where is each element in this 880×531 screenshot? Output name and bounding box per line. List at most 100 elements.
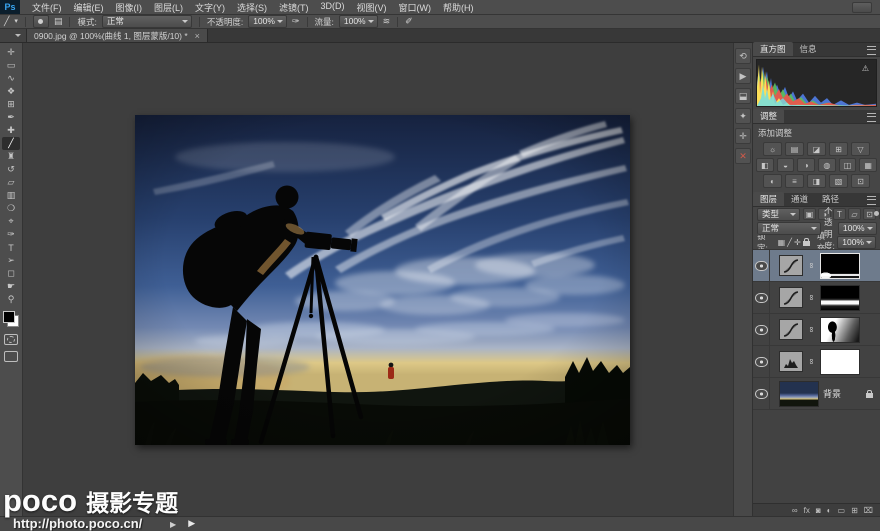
adjustment-invert-icon[interactable]: ◐: [763, 174, 782, 188]
menu-item-10[interactable]: 帮助(H): [437, 1, 480, 14]
adjustment-levels-icon[interactable]: ▤: [785, 142, 804, 156]
layer-filter-select[interactable]: 类型: [757, 207, 800, 221]
document-tab[interactable]: 0900.jpg @ 100%(曲线 1, 图层蒙版/10) * ×: [27, 29, 208, 42]
adjustment-color-balance-icon[interactable]: ◒: [776, 158, 795, 172]
panel-menu-icon[interactable]: [867, 113, 876, 122]
adjustment-selective-color-icon[interactable]: ⊡: [851, 174, 870, 188]
quick-mask-button[interactable]: [4, 334, 18, 345]
layer-visibility-toggle[interactable]: [753, 378, 770, 409]
lock-position-icon[interactable]: ✛: [794, 238, 801, 247]
menu-item-8[interactable]: 视图(V): [351, 1, 393, 14]
filter-shape-icon[interactable]: ▱: [848, 208, 861, 220]
brush-tool[interactable]: ╱: [2, 137, 20, 150]
background-layer-thumbnail[interactable]: [779, 380, 819, 407]
panel-menu-icon[interactable]: [867, 46, 876, 55]
adjustment-gradient-map-icon[interactable]: ▧: [829, 174, 848, 188]
flow-select[interactable]: 100%: [338, 15, 378, 28]
brush-preset-picker[interactable]: [32, 15, 49, 28]
new-layer-icon[interactable]: ⊞: [851, 506, 858, 516]
lock-transparent-icon[interactable]: ▦: [778, 238, 786, 247]
tab-layers-1[interactable]: 通道: [784, 192, 815, 206]
type-tool[interactable]: T: [2, 241, 20, 254]
add-panel-icon[interactable]: ✛: [735, 128, 751, 144]
tab-layers-2[interactable]: 路径: [815, 192, 846, 206]
workspace-button[interactable]: [852, 1, 872, 13]
marquee-tool[interactable]: ▭: [2, 59, 20, 72]
levels-adjustment-thumbnail[interactable]: [779, 351, 803, 372]
actions-panel-icon[interactable]: ▶: [735, 68, 751, 84]
adjustment-black-white-icon[interactable]: ◑: [797, 158, 815, 172]
curves-adjustment-thumbnail[interactable]: [779, 319, 803, 340]
layer-row-4[interactable]: 背景: [753, 378, 880, 410]
layer-mask-thumbnail[interactable]: [820, 284, 860, 311]
lasso-tool[interactable]: ∿: [2, 72, 20, 85]
brush-tool-icon[interactable]: ╱: [4, 16, 9, 27]
eraser-tool[interactable]: ▱: [2, 176, 20, 189]
menu-item-3[interactable]: 图层(L): [148, 1, 189, 14]
blur-tool[interactable]: ❍: [2, 202, 20, 215]
layer-visibility-toggle[interactable]: [753, 282, 770, 313]
curves-adjustment-thumbnail[interactable]: [779, 287, 803, 308]
gradient-tool[interactable]: ▥: [2, 189, 20, 202]
tab-adjustments[interactable]: 调整: [753, 109, 785, 123]
adjustment-threshold-icon[interactable]: ◨: [807, 174, 826, 188]
new-adjustment-layer-icon[interactable]: ◐: [827, 506, 832, 516]
menu-item-0[interactable]: 文件(F): [26, 1, 68, 14]
delete-layer-icon[interactable]: ⌧: [864, 506, 873, 516]
menu-item-2[interactable]: 图像(I): [110, 1, 149, 14]
add-mask-icon[interactable]: ◙: [816, 506, 821, 516]
menu-item-9[interactable]: 窗口(W): [393, 1, 438, 14]
menu-item-1[interactable]: 编辑(E): [68, 1, 110, 14]
brush-presets-panel-icon[interactable]: ✦: [735, 108, 751, 124]
menu-item-4[interactable]: 文字(Y): [189, 1, 231, 14]
tab-histogram-1[interactable]: 信息: [793, 42, 824, 56]
filter-type-icon[interactable]: T: [833, 208, 846, 220]
brush-panel-toggle-icon[interactable]: ▤: [54, 16, 63, 27]
size-pressure-icon[interactable]: ✐: [405, 16, 413, 27]
zoom-tool[interactable]: ⚲: [2, 293, 20, 306]
adjustment-color-lookup-icon[interactable]: ▦: [859, 158, 878, 172]
eyedropper-tool[interactable]: ✒: [2, 111, 20, 124]
layer-visibility-toggle[interactable]: [753, 314, 770, 345]
path-select-tool[interactable]: ➢: [2, 254, 20, 267]
layer-row-2[interactable]: ∞: [753, 314, 880, 346]
layer-row-1[interactable]: ∞: [753, 282, 880, 314]
adjustment-curves-icon[interactable]: ◪: [807, 142, 826, 156]
quick-select-tool[interactable]: ❖: [2, 85, 20, 98]
lock-all-icon[interactable]: [802, 238, 810, 246]
close-panel-icon[interactable]: ✕: [735, 148, 751, 164]
history-brush-tool[interactable]: ↺: [2, 163, 20, 176]
histogram-warning-icon[interactable]: ⚠: [862, 65, 869, 73]
tool-preset-chevron-icon[interactable]: ▾: [14, 16, 18, 27]
airbrush-icon[interactable]: ≋: [383, 16, 391, 27]
tab-scroll-button[interactable]: [0, 29, 27, 42]
filter-pixel-icon[interactable]: ▣: [803, 208, 816, 220]
blend-mode-select[interactable]: 正常: [101, 15, 192, 28]
adjustment-hue-saturation-icon[interactable]: ◧: [755, 158, 774, 172]
layer-visibility-toggle[interactable]: [753, 250, 770, 281]
layer-opacity-select[interactable]: 100%: [837, 221, 877, 235]
properties-panel-icon[interactable]: ⬓: [735, 88, 751, 104]
panel-menu-icon[interactable]: [867, 196, 876, 205]
layer-visibility-toggle[interactable]: [753, 346, 770, 377]
layer-style-icon[interactable]: fx: [804, 506, 810, 516]
menu-item-7[interactable]: 3D(D): [315, 1, 351, 14]
adjustment-channel-mixer-icon[interactable]: ◫: [838, 158, 857, 172]
clone-stamp-tool[interactable]: ♜: [2, 150, 20, 163]
lock-pixels-icon[interactable]: ╱: [787, 238, 792, 247]
opacity-pressure-icon[interactable]: ✑: [292, 16, 300, 27]
layer-row-0[interactable]: ∞: [753, 250, 880, 282]
adjustment-exposure-icon[interactable]: ⊞: [829, 142, 848, 156]
opacity-select[interactable]: 100%: [248, 15, 287, 28]
link-layers-icon[interactable]: ∞: [792, 506, 798, 516]
pen-tool[interactable]: ✑: [2, 228, 20, 241]
tab-layers-0[interactable]: 图层: [753, 192, 785, 206]
layer-mask-thumbnail[interactable]: [820, 252, 860, 279]
healing-brush-tool[interactable]: ✚: [2, 124, 20, 137]
layer-mask-thumbnail[interactable]: [820, 316, 860, 343]
menu-item-5[interactable]: 选择(S): [231, 1, 273, 14]
curves-adjustment-thumbnail[interactable]: [779, 255, 803, 276]
layer-blend-mode-select[interactable]: 正常: [757, 221, 821, 235]
layer-mask-thumbnail[interactable]: [820, 348, 860, 375]
color-swatches[interactable]: [3, 311, 19, 327]
